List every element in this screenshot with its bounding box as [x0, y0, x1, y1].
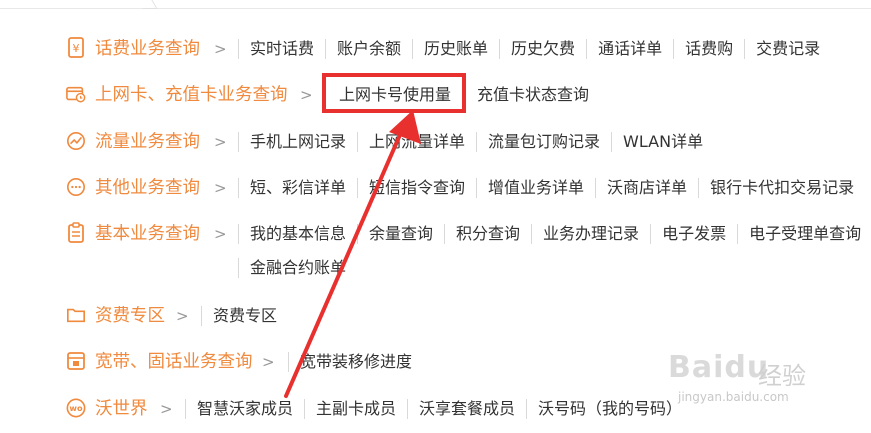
red-arrow-annotation: [284, 110, 421, 398]
query-menu-panel: ¥ 话费业务查询 > 实时话费 账户余额 历史账单 历史欠费 通话详单 话费购 …: [0, 0, 871, 433]
